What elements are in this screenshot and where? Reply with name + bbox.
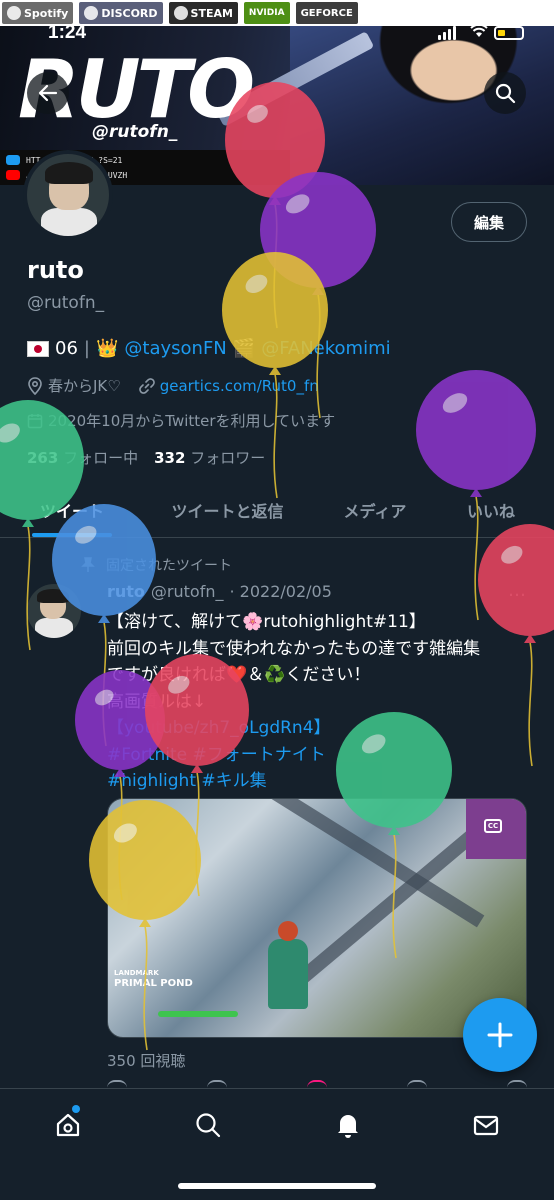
share-icon[interactable]	[407, 1080, 427, 1088]
pinned-label: 固定されたツイート	[106, 558, 232, 574]
video-overlay-small: LANDMARK	[114, 969, 159, 977]
profile-location: 春からJK♡	[27, 375, 121, 396]
notification-dot	[72, 1105, 80, 1113]
profile-avatar[interactable]	[23, 150, 113, 240]
compose-tweet-button[interactable]	[463, 998, 537, 1072]
tab-likes[interactable]: いいね	[459, 482, 523, 537]
profile-name: ruto	[27, 256, 84, 284]
mail-icon	[473, 1115, 499, 1136]
cellular-signal-icon	[438, 26, 456, 40]
nav-home[interactable]	[48, 1105, 88, 1145]
back-button[interactable]	[27, 72, 69, 114]
video-hud-bar	[158, 1011, 238, 1017]
bio-separator: |	[83, 338, 90, 359]
captions-icon[interactable]: CC	[484, 819, 502, 833]
tweet-avatar[interactable]	[27, 584, 81, 638]
search-icon	[495, 83, 516, 104]
plus-icon	[487, 1022, 513, 1048]
japan-flag-icon	[27, 340, 49, 357]
pinned-label-row: 固定されたツイート	[80, 555, 232, 575]
status-time: 1:24	[48, 22, 87, 43]
profile-joined: 2020年10月からTwitterを利用しています	[27, 410, 335, 431]
reply-icon[interactable]	[107, 1080, 127, 1088]
pin-icon	[81, 557, 95, 572]
tweet-view-count: 350 回視聴	[107, 1052, 186, 1070]
tab-tweets-replies[interactable]: ツイートと返信	[160, 482, 295, 537]
tweet-line: 高画質ルは↓	[107, 691, 207, 712]
home-indicator	[178, 1183, 376, 1189]
tweet-header: ruto @rutofn_ · 2022/02/05	[107, 582, 332, 601]
tab-media[interactable]: メディア	[335, 482, 415, 537]
follow-counts: 263 フォロー中 332 フォロワー	[27, 447, 265, 468]
nav-notifications[interactable]	[328, 1105, 368, 1145]
banner-handle: @rutofn_	[92, 122, 178, 142]
status-bar: 1:24	[0, 18, 554, 48]
search-button[interactable]	[484, 72, 526, 114]
profile-tabs: ツイート ツイートと返信 メディア いいね	[0, 482, 554, 538]
arrow-left-icon	[38, 84, 58, 102]
bio-mention-link[interactable]: @taysonFN	[124, 338, 226, 359]
search-icon	[196, 1113, 221, 1138]
profile-bio: 06 | 👑 @taysonFN 🎬 @FANekomimi	[27, 338, 391, 359]
tweet-youtube-link[interactable]: 【youtube/zh7_oLgdRn4】	[107, 715, 537, 742]
tweet-line: ですが良ければ❤️＆♻️ください！	[107, 665, 371, 685]
tweet-date[interactable]: · 2022/02/05	[229, 582, 331, 601]
youtube-icon	[6, 170, 20, 180]
tweet-text: 【溶けて、解けて🌸rutohighlight#11】 前回のキル集で使われなかっ…	[107, 609, 537, 795]
nav-search[interactable]	[188, 1105, 228, 1145]
video-character	[268, 921, 308, 1009]
battery-icon	[494, 26, 524, 40]
clapper-icon: 🎬	[232, 338, 256, 359]
following-link[interactable]: 263 フォロー中	[27, 447, 138, 468]
bio-number: 06	[55, 338, 78, 359]
followers-link[interactable]: 332 フォロワー	[154, 447, 265, 468]
edit-profile-button[interactable]: 編集	[451, 202, 527, 242]
tweet-author-name[interactable]: ruto	[107, 582, 145, 601]
profile-meta-row: 春からJK♡ geartics.com/Rut0_fn	[27, 375, 319, 396]
video-overlay-location: PRIMAL POND	[114, 978, 193, 989]
tweet-more-button[interactable]: …	[508, 580, 526, 601]
profile-handle: @rutofn_	[27, 293, 105, 313]
nav-messages[interactable]	[466, 1105, 506, 1145]
tweet-hashtags[interactable]: #highlight #キル集	[107, 768, 537, 795]
link-icon	[138, 377, 155, 394]
tab-tweets[interactable]: ツイート	[32, 482, 112, 537]
wifi-icon	[470, 24, 488, 37]
tweet-author-handle: @rutofn_	[150, 582, 224, 601]
like-icon[interactable]	[307, 1080, 327, 1088]
profile-website[interactable]: geartics.com/Rut0_fn	[138, 377, 319, 395]
tweet-line: 前回のキル集で使われなかったもの達です雑編集	[107, 638, 481, 659]
retweet-icon[interactable]	[207, 1080, 227, 1088]
tweet-hashtags[interactable]: #Fortnite #フォートナイト	[107, 742, 537, 769]
home-icon	[56, 1113, 80, 1137]
tweet-line: 【溶けて、解けて🌸rutohighlight#11】	[107, 612, 426, 632]
tweet-video[interactable]: CC LANDMARK PRIMAL POND	[107, 798, 527, 1038]
calendar-icon	[27, 413, 43, 428]
bell-icon	[338, 1115, 358, 1138]
analytics-icon[interactable]	[507, 1080, 527, 1088]
location-pin-icon	[28, 376, 42, 395]
crown-icon: 👑	[95, 338, 119, 359]
twitter-icon	[6, 155, 20, 165]
bio-mention-link[interactable]: @FANekomimi	[261, 338, 390, 359]
